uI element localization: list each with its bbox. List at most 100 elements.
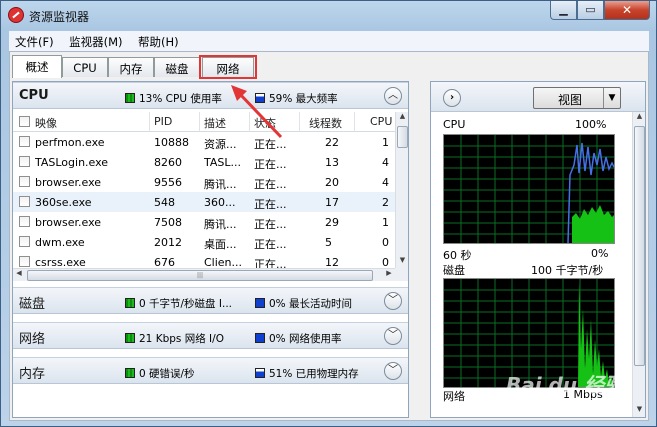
table-cell: 13	[325, 156, 339, 169]
tab-cpu[interactable]: CPU	[62, 57, 108, 77]
table-cell: 29	[325, 216, 339, 229]
tab-disk[interactable]: 磁盘	[154, 57, 200, 77]
scroll-down-icon[interactable]: ▼	[396, 256, 409, 268]
watermark-url: jingyan.baidu.com	[519, 396, 603, 406]
table-row[interactable]: browser.exe 7508 腾讯... 正在... 29 1	[13, 212, 395, 232]
chevron-up-icon[interactable]: ︿	[384, 87, 402, 105]
watermark-logo: Bai du 经验	[506, 373, 625, 397]
close-button[interactable]: ✕	[604, 1, 650, 20]
table-cell: 9556	[154, 176, 182, 189]
network-tab-highlight-box	[199, 55, 257, 79]
table-cell: 360...	[204, 196, 236, 209]
table-cell: browser.exe	[35, 216, 102, 229]
table-cell: dwm.exe	[35, 236, 85, 249]
table-vertical-scrollbar[interactable]: ▲ ▼	[395, 112, 408, 268]
table-row[interactable]: dwm.exe 2012 桌面... 正在... 5 0	[13, 232, 395, 252]
table-row[interactable]: 360se.exe 548 360... 正在... 17 2	[13, 192, 395, 212]
table-cell: 正在...	[254, 198, 287, 211]
scroll-thumb[interactable]	[397, 126, 408, 148]
table-horizontal-scrollbar[interactable]: ◀ ||| ▶	[13, 268, 395, 281]
tab-memory[interactable]: 内存	[108, 57, 154, 77]
cpu-graph-max: 100%	[575, 118, 607, 131]
column-cpu[interactable]: CPU	[370, 115, 392, 128]
table-row[interactable]: browser.exe 9556 腾讯... 正在... 20 4	[13, 172, 395, 192]
row-checkbox[interactable]	[19, 216, 30, 227]
menu-file[interactable]: 文件(F)	[9, 31, 60, 50]
disk-io-indicator: 0 千字节/秒磁盘 I...	[125, 296, 232, 311]
scroll-thumb[interactable]	[634, 126, 645, 366]
scroll-up-icon[interactable]: ▲	[396, 112, 409, 124]
menu-help[interactable]: 帮助(H)	[132, 31, 185, 50]
minimize-button[interactable]: ▁	[550, 1, 577, 20]
memory-section-title: 内存	[19, 367, 46, 382]
chevron-down-icon[interactable]: ﹀	[384, 362, 402, 380]
hscroll-thumb[interactable]: |||	[27, 270, 373, 281]
chevron-down-icon[interactable]: ﹀	[384, 292, 402, 310]
cpu-section-header[interactable]: CPU 13% CPU 使用率 59% 最大频率 ︿	[13, 82, 408, 109]
green-indicator-icon	[125, 93, 135, 103]
row-checkbox[interactable]	[19, 196, 30, 207]
table-cell: 正在...	[254, 178, 287, 191]
main-client-area: 概述 CPU 内存 磁盘 网络 CPU 13% CPU 使用率 59% 最大频率…	[9, 51, 649, 421]
table-row[interactable]: TASLogin.exe 8260 TASL... 正在... 13 4	[13, 152, 395, 172]
row-checkbox[interactable]	[19, 136, 30, 147]
cpu-graph-svg	[444, 135, 615, 244]
column-pid[interactable]: PID	[154, 115, 172, 128]
table-cell: 22	[325, 136, 339, 149]
chevron-right-icon[interactable]: ›	[443, 89, 461, 107]
network-graph-title: 网络	[443, 390, 465, 403]
red-annotation-arrow-icon	[231, 85, 283, 139]
table-cell: 8260	[154, 156, 182, 169]
table-cell: browser.exe	[35, 176, 102, 189]
disk-graph-max: 100 千字节/秒	[531, 264, 604, 277]
scroll-right-icon[interactable]: ▶	[383, 269, 395, 281]
row-checkbox[interactable]	[19, 236, 30, 247]
menu-bar: 文件(F) 监视器(M) 帮助(H)	[9, 31, 649, 51]
row-checkbox[interactable]	[19, 176, 30, 187]
green-indicator-icon	[125, 368, 135, 378]
select-all-checkbox[interactable]	[19, 116, 30, 127]
network-section-header[interactable]: 网络 21 Kbps 网络 I/O 0% 网络使用率 ﹀	[13, 322, 408, 349]
scroll-down-icon[interactable]: ▼	[633, 405, 646, 417]
view-button[interactable]: 视图 ▼	[533, 87, 621, 109]
table-row[interactable]: perfmon.exe 10888 资源... 正在... 22 1	[13, 132, 395, 152]
resource-monitor-window: 资源监视器 ▁ ▭ ✕ 文件(F) 监视器(M) 帮助(H) 概述 CPU 内存…	[0, 0, 657, 427]
dropdown-arrow-icon[interactable]: ▼	[603, 88, 620, 108]
view-label: 视图	[558, 93, 583, 107]
table-cell: 腾讯...	[204, 218, 237, 231]
chevron-down-icon[interactable]: ﹀	[384, 327, 402, 345]
physical-memory-indicator: 51% 已用物理内存	[255, 366, 359, 381]
disk-section-header[interactable]: 磁盘 0 千字节/秒磁盘 I... 0% 最长活动时间 ﹀	[13, 287, 408, 314]
table-cell: TASLogin.exe	[35, 156, 109, 169]
cpu-graph	[443, 134, 615, 244]
network-usage-indicator: 0% 网络使用率	[255, 331, 342, 346]
graph-toolbar: › 视图 ▼	[431, 82, 645, 112]
column-threads[interactable]: 线程数	[309, 115, 342, 131]
table-cell: 5	[325, 236, 332, 249]
table-cell: 10888	[154, 136, 189, 149]
blue-indicator-icon	[255, 333, 265, 343]
network-section-title: 网络	[19, 332, 46, 347]
column-image[interactable]: 映像	[35, 115, 57, 131]
table-cell: 7508	[154, 216, 182, 229]
table-cell: 20	[325, 176, 339, 189]
menu-monitor[interactable]: 监视器(M)	[63, 31, 128, 50]
table-cell: 正在...	[254, 158, 287, 171]
row-checkbox[interactable]	[19, 156, 30, 167]
column-description[interactable]: 描述	[204, 115, 226, 131]
graph-pane-scrollbar[interactable]: ▲ ▼	[632, 112, 645, 417]
cpu-usage-indicator: 13% CPU 使用率	[125, 91, 222, 106]
scroll-left-icon[interactable]: ◀	[13, 269, 25, 281]
row-checkbox[interactable]	[19, 256, 30, 267]
blue-indicator-icon	[255, 368, 265, 378]
left-pane: CPU 13% CPU 使用率 59% 最大频率 ︿ 映像 PID 描述 状态 …	[12, 81, 409, 418]
title-bar[interactable]: 资源监视器 ▁ ▭ ✕	[1, 1, 656, 31]
memory-section-header[interactable]: 内存 0 硬错误/秒 51% 已用物理内存 ﹀	[13, 357, 408, 384]
table-cell: 360se.exe	[35, 196, 92, 209]
table-cell: TASL...	[204, 156, 241, 169]
disk-section-title: 磁盘	[19, 297, 46, 312]
scroll-up-icon[interactable]: ▲	[633, 112, 646, 124]
cpu-section-title: CPU	[19, 88, 49, 103]
tab-overview[interactable]: 概述	[12, 55, 62, 78]
maximize-button[interactable]: ▭	[577, 1, 604, 20]
